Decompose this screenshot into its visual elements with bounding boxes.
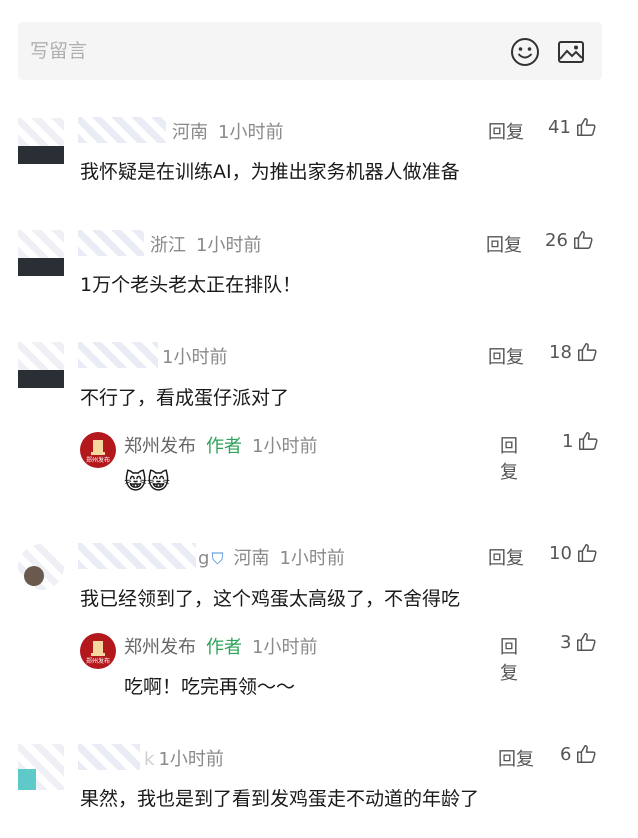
user-avatar[interactable] [18, 230, 64, 276]
reply-button[interactable]: 回复 [500, 432, 518, 484]
thumbs-up-icon [577, 745, 596, 763]
like-count: 6 [560, 743, 572, 765]
author-badge: 作者 [206, 436, 242, 457]
reply-button[interactable]: 回复 [488, 343, 524, 369]
thumbs-up-icon [577, 633, 596, 651]
reply-emoji: 😸😸 [124, 470, 170, 495]
thumbs-up-icon [577, 544, 597, 562]
comment-text: 我怀疑是在训练AI，为推出家务机器人做准备 [80, 161, 460, 183]
thumbs-up-icon [576, 118, 596, 136]
like-button[interactable]: 1 [562, 430, 599, 452]
like-count: 3 [560, 631, 572, 653]
reply-button[interactable]: 回复 [486, 231, 522, 257]
like-count: 1 [562, 430, 574, 452]
timestamp: 1小时前 [218, 122, 284, 143]
emoji-icon[interactable] [510, 37, 540, 67]
thumbs-up-icon [577, 343, 597, 361]
author-logo: 郑州发布 [86, 440, 110, 464]
comment-input[interactable] [30, 38, 490, 64]
comment-meta: g ⛉ 河南 1小时前 [198, 544, 355, 570]
like-count: 10 [549, 542, 572, 564]
location: 河南 [233, 548, 270, 569]
comment-text: 果然，我也是到了看到发鸡蛋走不动道的年龄了 [80, 788, 480, 810]
like-count: 26 [545, 229, 568, 251]
author-name[interactable]: 郑州发布 [124, 436, 196, 457]
like-button[interactable]: 10 [549, 542, 598, 564]
author-name[interactable]: 郑州发布 [124, 637, 196, 658]
author-avatar[interactable]: 郑州发布 [80, 633, 116, 669]
reply-button[interactable]: 回复 [488, 118, 524, 144]
author-avatar[interactable]: 郑州发布 [80, 432, 116, 468]
reply-button[interactable]: 回复 [488, 544, 524, 570]
reply-text: 吃啊！吃完再领～～ [124, 676, 296, 698]
like-button[interactable]: 3 [560, 631, 597, 653]
thumbs-up-icon [573, 231, 593, 249]
comment-meta: k 1小时前 [144, 745, 234, 771]
username-masked[interactable] [78, 117, 166, 143]
username-masked[interactable] [78, 744, 140, 770]
comment-text: 我已经领到了，这个鸡蛋太高级了，不舍得吃 [80, 588, 461, 610]
timestamp: 1小时前 [196, 235, 262, 256]
timestamp: 1小时前 [162, 347, 228, 368]
comment-text: 不行了，看成蛋仔派对了 [80, 387, 290, 409]
comment-meta: 1小时前 [162, 343, 237, 369]
username-masked[interactable] [78, 342, 158, 368]
user-avatar[interactable] [18, 744, 64, 790]
svg-text:郑州发布: 郑州发布 [86, 456, 110, 464]
verified-shield-icon: ⛉ [211, 549, 224, 568]
thumbs-up-icon [579, 432, 598, 450]
like-count: 41 [548, 116, 571, 138]
user-avatar[interactable] [18, 118, 64, 164]
comment-meta: 河南 1小时前 [172, 118, 293, 144]
author-logo: 郑州发布 [86, 641, 110, 665]
like-button[interactable]: 26 [545, 229, 594, 251]
reply-button[interactable]: 回复 [498, 745, 534, 771]
reply-meta: 郑州发布 作者 1小时前 [124, 633, 327, 659]
like-count: 18 [549, 341, 572, 363]
timestamp: 1小时前 [252, 637, 318, 658]
author-badge: 作者 [206, 637, 242, 658]
username-masked[interactable] [78, 230, 144, 256]
username-suffix: k [144, 749, 155, 770]
username-masked[interactable] [78, 543, 196, 569]
location: 浙江 [150, 235, 186, 256]
timestamp: 1小时前 [279, 548, 345, 569]
compose-bar [18, 22, 602, 80]
reply-button[interactable]: 回复 [500, 633, 518, 685]
svg-text:郑州发布: 郑州发布 [86, 657, 110, 665]
location: 河南 [172, 122, 208, 143]
comment-meta: 浙江 1小时前 [150, 231, 271, 257]
like-button[interactable]: 18 [549, 341, 598, 363]
like-button[interactable]: 41 [548, 116, 597, 138]
comment-text: 1万个老头老太正在排队！ [80, 274, 302, 296]
username-suffix: g [198, 548, 210, 569]
like-button[interactable]: 6 [560, 743, 597, 765]
timestamp: 1小时前 [252, 436, 318, 457]
user-avatar[interactable] [18, 544, 64, 590]
reply-meta: 郑州发布 作者 1小时前 [124, 432, 327, 458]
timestamp: 1小时前 [158, 749, 224, 770]
user-avatar[interactable] [18, 342, 64, 388]
image-icon[interactable] [556, 37, 586, 67]
